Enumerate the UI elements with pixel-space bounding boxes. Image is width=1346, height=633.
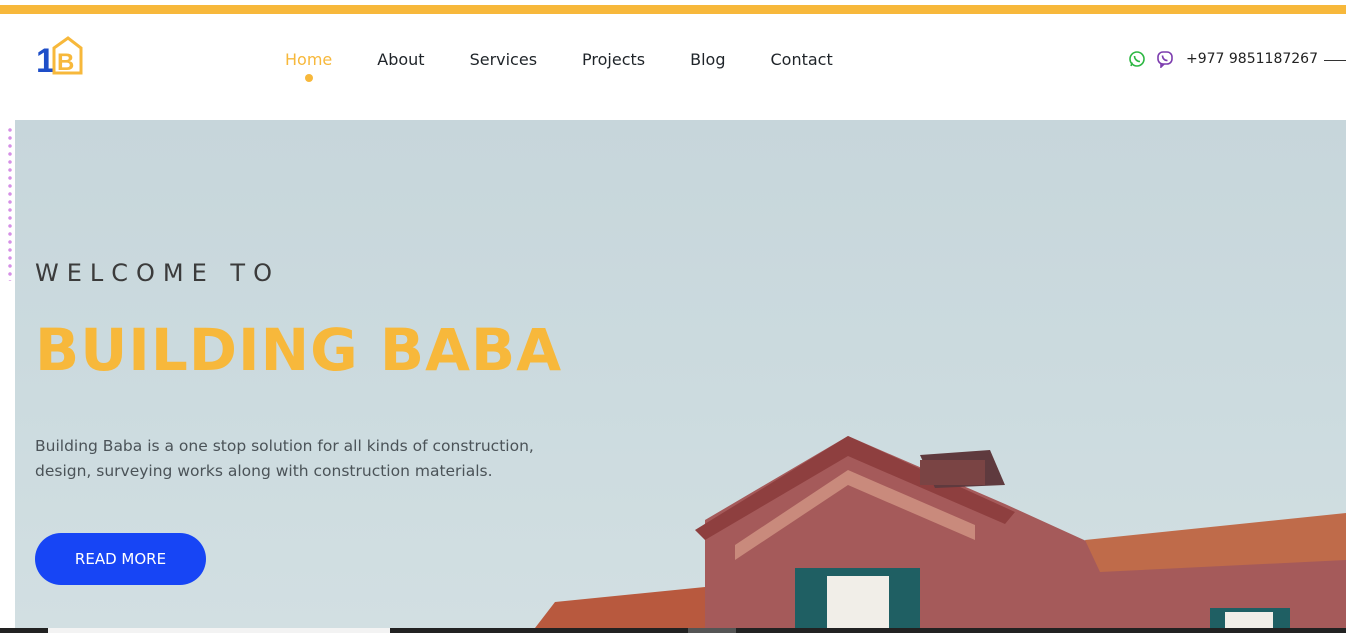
nav-contact-label: Contact — [770, 50, 833, 69]
read-more-button[interactable]: READ MORE — [35, 533, 206, 585]
bottom-strip-segment — [48, 628, 390, 633]
header-divider — [1324, 60, 1346, 61]
nav-contact[interactable]: Contact — [770, 50, 832, 69]
nav-blog[interactable]: Blog — [690, 50, 725, 69]
active-indicator-dot — [304, 74, 313, 82]
nav-home-label: Home — [285, 50, 333, 69]
bottom-strip-segment — [688, 628, 736, 633]
viber-icon[interactable] — [1156, 50, 1174, 68]
bottom-strip — [0, 628, 1346, 633]
svg-text:B: B — [57, 49, 74, 76]
hero-description: Building Baba is a one stop solution for… — [35, 437, 534, 480]
nav-projects[interactable]: Projects — [582, 50, 645, 69]
whatsapp-icon[interactable] — [1128, 50, 1146, 68]
nav-projects-label: Projects — [582, 50, 646, 69]
hero-welcome-text: WELCOME TO — [35, 259, 280, 287]
hero-section: WELCOME TO BUILDING BABA Building Baba i… — [15, 120, 1346, 628]
top-accent-bar — [0, 5, 1346, 14]
main-navigation: Home About Services Projects Blog Contac… — [285, 50, 878, 82]
nav-services-label: Services — [469, 50, 538, 69]
header-contact: +977 9851187267 — [1128, 50, 1318, 68]
nav-services[interactable]: Services — [470, 50, 537, 69]
nav-blog-label: Blog — [690, 50, 726, 69]
site-header: 1 B Home About Services Projects Blog Co… — [0, 14, 1346, 120]
building-baba-logo[interactable]: 1 B — [36, 34, 84, 76]
nav-home[interactable]: Home — [285, 50, 333, 82]
hero-title: BUILDING BABA — [35, 316, 563, 384]
nav-about-label: About — [377, 50, 425, 69]
decorative-dots — [8, 126, 12, 281]
phone-number[interactable]: +977 9851187267 — [1186, 51, 1318, 67]
nav-about[interactable]: About — [377, 50, 424, 69]
svg-text:1: 1 — [36, 42, 55, 76]
